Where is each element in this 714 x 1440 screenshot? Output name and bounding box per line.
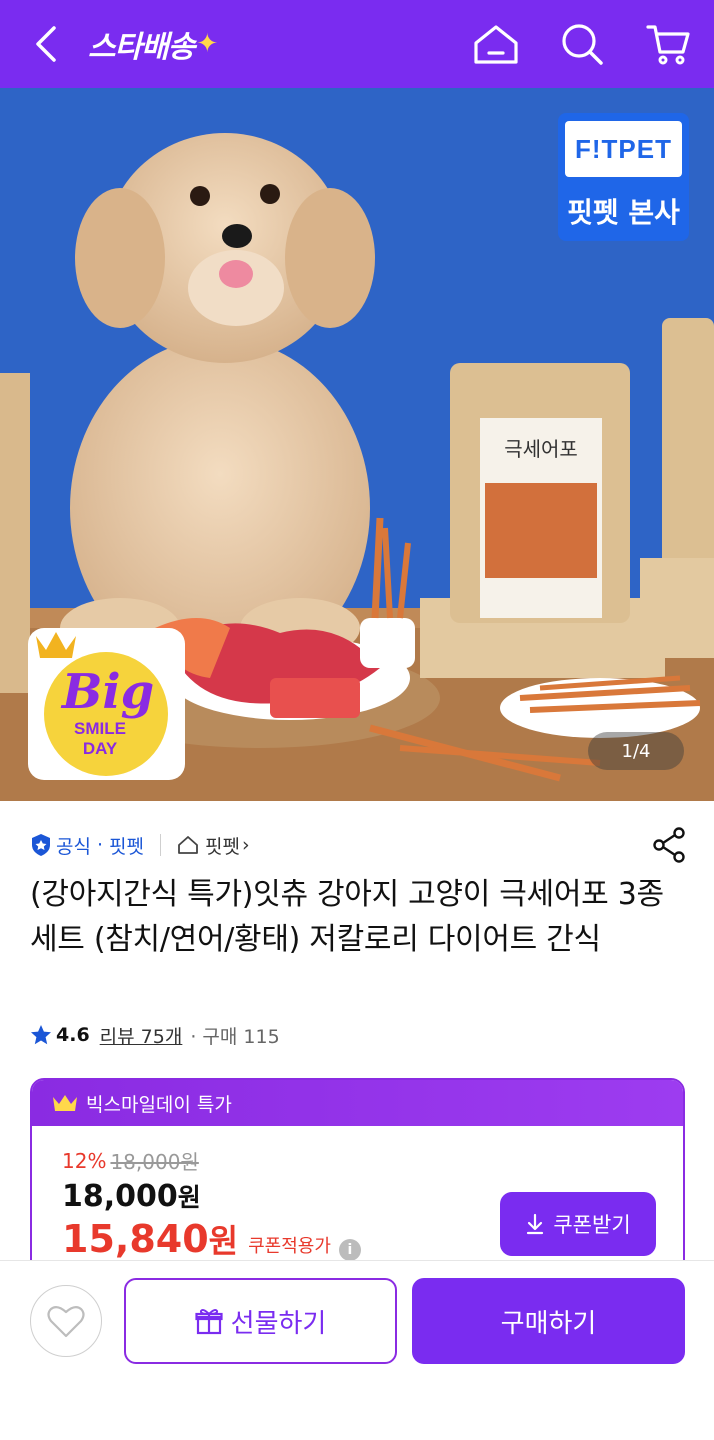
download-icon bbox=[527, 1213, 544, 1235]
search-icon bbox=[562, 24, 603, 65]
back-arrow-icon bbox=[36, 26, 56, 62]
big-smile-day-logo: Big SMILE DAY bbox=[36, 632, 168, 776]
home-button[interactable] bbox=[472, 20, 520, 68]
bag-label: 극세어포 bbox=[504, 437, 578, 461]
separator-dot: · bbox=[96, 834, 104, 856]
shop-link[interactable]: 핏펫 › bbox=[177, 832, 250, 859]
cart-button[interactable] bbox=[644, 20, 692, 68]
verified-shield-icon bbox=[32, 834, 50, 856]
image-counter: 1/4 bbox=[588, 732, 684, 770]
discount-row: 12% 18,000원 bbox=[62, 1146, 199, 1175]
gift-icon bbox=[195, 1307, 223, 1335]
service-logo[interactable]: 스타배송 ✦ bbox=[88, 22, 218, 66]
coupon-price: 15,840 원 쿠폰적용가 i bbox=[62, 1216, 361, 1262]
special-deal-box: 빅스마일데이 특가 12% 18,000원 18,000원 15,840 원 쿠폰… bbox=[30, 1078, 685, 1278]
purchase-count: · 구매 115 bbox=[190, 1025, 280, 1048]
cart-icon bbox=[646, 25, 690, 65]
star-icon bbox=[31, 1025, 51, 1045]
sale-price: 18,000원 bbox=[62, 1178, 201, 1214]
rating-score: 4.6 bbox=[56, 1024, 90, 1046]
share-button[interactable] bbox=[648, 824, 690, 866]
back-button[interactable] bbox=[26, 24, 66, 64]
sparkle-icon: ✦ bbox=[196, 29, 218, 59]
sale-price-unit: 원 bbox=[177, 1183, 201, 1212]
review-count-link[interactable]: 리뷰 75개 bbox=[100, 1022, 183, 1049]
seller-name[interactable]: 핏펫 bbox=[109, 832, 144, 859]
buy-button-label: 구매하기 bbox=[500, 1308, 597, 1339]
get-coupon-button[interactable]: 쿠폰받기 bbox=[500, 1192, 656, 1256]
search-button[interactable] bbox=[558, 20, 606, 68]
wishlist-button[interactable] bbox=[30, 1285, 102, 1357]
shop-name: 핏펫 bbox=[204, 835, 240, 858]
sale-price-value: 18,000 bbox=[62, 1179, 178, 1214]
svg-text:SMILE: SMILE bbox=[74, 719, 126, 738]
store-home-icon bbox=[178, 836, 198, 854]
brand-badge-label: 핏펫 본사 bbox=[567, 196, 680, 229]
svg-text:DAY: DAY bbox=[83, 739, 118, 758]
gift-button-label: 선물하기 bbox=[230, 1308, 327, 1339]
divider bbox=[159, 834, 161, 856]
home-icon bbox=[474, 25, 518, 64]
rating-row: 4.6 리뷰 75개 · 구매 115 bbox=[30, 1019, 280, 1051]
big-smile-day-badge: Big SMILE DAY bbox=[28, 628, 185, 780]
logo-text: 스타배송 bbox=[88, 30, 195, 65]
seller-info-row: 공식 · 핏펫 핏펫 › bbox=[30, 828, 250, 862]
gift-button[interactable]: 선물하기 bbox=[124, 1278, 397, 1364]
info-icon[interactable]: i bbox=[338, 1239, 361, 1261]
svg-text:Big: Big bbox=[60, 664, 154, 720]
chevron-right-icon: › bbox=[241, 834, 250, 856]
coupon-applied-label: 쿠폰적용가 bbox=[248, 1236, 331, 1257]
original-price: 18,000원 bbox=[110, 1150, 199, 1174]
deal-header-label: 빅스마일데이 특가 bbox=[86, 1093, 232, 1116]
product-title: (강아지간식 특가)잇츄 강아지 고양이 극세어포 3종세트 (참치/연어/황태… bbox=[30, 877, 664, 957]
get-coupon-label: 쿠폰받기 bbox=[553, 1213, 631, 1237]
crown-icon bbox=[53, 1095, 77, 1111]
coupon-price-unit: 원 bbox=[208, 1222, 239, 1260]
brand-official-badge: F!TPET 핏펫 본사 bbox=[558, 113, 689, 241]
coupon-price-value: 15,840 bbox=[62, 1217, 209, 1261]
fitpet-logo: F!TPET bbox=[565, 121, 682, 177]
deal-header: 빅스마일데이 특가 bbox=[32, 1080, 683, 1126]
official-label: 공식 bbox=[56, 835, 91, 858]
heart-icon bbox=[47, 1305, 85, 1338]
discount-percent: 12% bbox=[62, 1148, 107, 1173]
bottom-action-bar: 선물하기 구매하기 bbox=[0, 1260, 714, 1440]
share-icon bbox=[653, 827, 685, 863]
top-app-bar: 스타배송 ✦ bbox=[0, 0, 714, 88]
buy-button[interactable]: 구매하기 bbox=[412, 1278, 685, 1364]
